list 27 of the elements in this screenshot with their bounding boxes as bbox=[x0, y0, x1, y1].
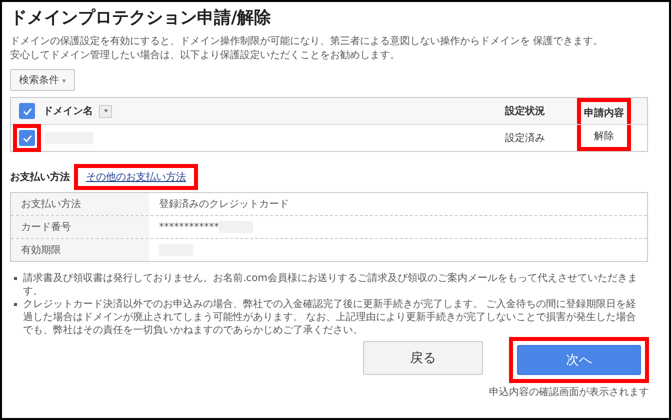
back-button[interactable]: 戻る bbox=[363, 341, 483, 375]
row-checkbox[interactable] bbox=[19, 130, 35, 146]
hint-text: 申込内容の確認画面が表示されます bbox=[489, 386, 649, 399]
section-heading: お支払い方法 bbox=[10, 170, 70, 184]
column-header: 設定状況 bbox=[505, 104, 545, 118]
select-all-checkbox[interactable] bbox=[19, 103, 35, 119]
field-label: 有効期限 bbox=[21, 244, 61, 257]
table-cell-text: 解除 bbox=[594, 130, 614, 143]
table-cell-text: 設定済み bbox=[505, 132, 545, 145]
field-value: ************ bbox=[159, 222, 219, 232]
field-label: カード番号 bbox=[21, 220, 71, 234]
field-label: お支払い方法 bbox=[21, 198, 81, 211]
other-payment-link[interactable]: その他のお支払い方法 bbox=[86, 170, 186, 184]
description-text: ドメインの保護設定を有効にすると、ドメイン操作制限が可能になり、第三者による意図しない操作からドメインを 保護できます。 bbox=[10, 35, 604, 49]
dropdown-icon[interactable] bbox=[99, 104, 112, 118]
check-icon bbox=[22, 132, 32, 144]
check-icon bbox=[22, 106, 32, 116]
note-text: クレジットカード決済以外でのお申込みの場合、弊社での入金確認完了後に更新手続きが完了します。 ご入金待ちの間に登録期限日を経過した場合はドメインが廃止されてしまう可能性があります。 なお、上記理由により更新手続きが完了しないことで損害が発生した場合でも、弊社はその責任を一切負いかねますのであらかじめご了承ください。 bbox=[23, 298, 638, 337]
description-text: 安心してドメイン管理したい場合は、以下より保護設定いただくことをお勧めします。 bbox=[10, 49, 401, 63]
column-header: ドメイン名 bbox=[43, 104, 93, 118]
note-text: 請求書及び領収書は発行しておりません。お名前.com会員様にお送りするご請求及び領収のご案内メールをもって代えさせていただきます。 bbox=[23, 272, 639, 298]
column-header: 申請内容 bbox=[584, 106, 624, 120]
bullet-icon bbox=[14, 303, 17, 306]
next-button[interactable]: 次へ bbox=[517, 345, 641, 375]
field-value: 登録済みのクレジットカード bbox=[159, 198, 289, 211]
bullet-icon bbox=[14, 277, 17, 280]
page-title: ドメインプロテクション申請/解除 bbox=[10, 7, 272, 29]
